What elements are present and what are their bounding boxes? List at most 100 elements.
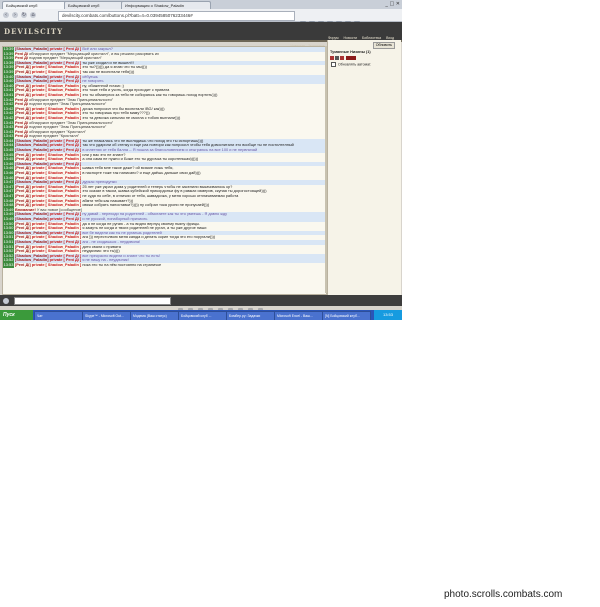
chat-nick[interactable]: [Ренi Дi]: [15, 249, 31, 253]
chat-private-tag[interactable]: private [ Shadow_Paladin ]: [32, 88, 82, 92]
chat-private-tag[interactable]: private [ Shadow_Paladin ]: [32, 157, 82, 161]
chat-private-tag[interactable]: private [ Shadow_Paladin ]: [32, 111, 82, 115]
chat-private-tag[interactable]: private [ Shadow_Paladin ]: [32, 116, 82, 120]
taskbar-task[interactable]: Microsoft Excel - Ваш...: [274, 311, 323, 320]
chat-nick[interactable]: [Ренi Дi]: [15, 245, 31, 249]
chat-nick[interactable]: [Ренi Дi]: [15, 70, 31, 74]
chat-private-tag[interactable]: private [ Shadow_Paladin ]: [32, 226, 82, 230]
chat-nick[interactable]: [Ренi Дi]: [15, 166, 31, 170]
chat-nick[interactable]: [Shadow_Paladin]: [15, 180, 49, 184]
chat-nick[interactable]: [Ренi Дi]: [15, 185, 31, 189]
back-icon[interactable]: ‹: [3, 12, 9, 18]
chat-nick[interactable]: [Ренi Дi]: [15, 235, 31, 239]
taskbar-task[interactable]: [N] Бойцовский клуб...: [322, 311, 371, 320]
chat-private-tag[interactable]: private [ Shadow_Paladin ]: [32, 176, 82, 180]
chat-private-tag[interactable]: private [ Ренi Дi ]: [50, 162, 82, 166]
chat-private-tag[interactable]: private [ Shadow_Paladin ]: [32, 189, 82, 193]
chat-nick[interactable]: Ренi Дi: [15, 98, 28, 102]
chat-nick[interactable]: Ренi Дi: [15, 134, 28, 138]
chat-private-tag[interactable]: private [ Shadow_Paladin ]: [32, 93, 82, 97]
chat-nick[interactable]: [Ренi Дi]: [15, 203, 31, 207]
chat-private-tag[interactable]: private [ Shadow_Paladin ]: [32, 199, 82, 203]
chat-private-tag[interactable]: private [ Ренi Дi ]: [50, 139, 82, 143]
chat-nick[interactable]: [Shadow_Paladin]: [15, 212, 49, 216]
chat-nick[interactable]: [Shadow_Paladin]: [15, 61, 49, 65]
chat-settings-icon[interactable]: [3, 298, 9, 304]
chat-nick[interactable]: [Ренi Дi]: [15, 111, 31, 115]
chat-private-tag[interactable]: private [ Ренi Дi ]: [50, 61, 82, 65]
chat-private-tag[interactable]: private [ Shadow_Paladin ]: [32, 263, 82, 267]
taskbar-task[interactable]: Бомбер.ру: Задачки: [226, 311, 275, 320]
refresh-button[interactable]: Обновить: [372, 42, 395, 49]
home-icon[interactable]: ⌂: [30, 12, 36, 18]
chat-private-tag[interactable]: private [ Shadow_Paladin ]: [32, 107, 82, 111]
chat-nick[interactable]: [Ренi Дi]: [15, 157, 31, 161]
chat-nick[interactable]: [Shadow_Paladin]: [15, 143, 49, 147]
chat-private-tag[interactable]: private [ Shadow_Paladin ]: [32, 222, 82, 226]
chat-private-tag[interactable]: private [ Ренi Дi ]: [50, 148, 82, 152]
taskbar-task[interactable]: Чат: [34, 311, 83, 320]
checkbox-icon[interactable]: [331, 62, 336, 67]
chat-private-tag[interactable]: private [ Ренi Дi ]: [50, 240, 82, 244]
window-controls[interactable]: _ □ ✕: [385, 1, 400, 7]
chat-private-tag[interactable]: private [ Shadow_Paladin ]: [32, 245, 82, 249]
chat-nick[interactable]: [Ренi Дi]: [15, 93, 31, 97]
chat-input[interactable]: [14, 297, 171, 305]
chat-private-tag[interactable]: private [ Ренi Дi ]: [50, 231, 82, 235]
chat-private-tag[interactable]: private [ Shadow_Paladin ]: [32, 235, 82, 239]
chat-nick[interactable]: [Ренi Дi]: [15, 199, 31, 203]
chat-nick[interactable]: [Ренi Дi]: [15, 226, 31, 230]
chat-nick[interactable]: [Ренi Дi]: [15, 88, 31, 92]
chat-nick[interactable]: [Ренi Дi]: [15, 116, 31, 120]
auto-update-checkbox[interactable]: Обновлять автомат.: [331, 62, 371, 67]
chat-private-tag[interactable]: private [ Ренi Дi ]: [50, 79, 82, 83]
chat-nick[interactable]: Ренi Дi: [15, 56, 28, 60]
chat-time[interactable]: 13:53: [3, 262, 14, 268]
chat-nick[interactable]: [Ренi Дi]: [15, 65, 31, 69]
chat-private-tag[interactable]: private [ Ренi Дi ]: [50, 143, 82, 147]
taskbar-task[interactable]: Бойцовский клуб ...: [178, 311, 227, 320]
chat-private-tag[interactable]: private [ Shadow_Paladin ]: [32, 185, 82, 189]
chat-nick[interactable]: [Ренi Дi]: [15, 222, 31, 226]
chat-nick[interactable]: [Shadow_Paladin]: [15, 258, 49, 262]
taskbar-task[interactable]: Skype™ - Microsoft Out...: [82, 311, 131, 320]
chat-nick[interactable]: [Ренi Дi]: [15, 263, 31, 267]
chat-log[interactable]: 13:39 [Shadow_Paladin] private [ Ренi Дi …: [2, 46, 327, 295]
chat-nick[interactable]: Ренi Дi: [15, 102, 28, 106]
chat-private-tag[interactable]: private [ Ренi Дi ]: [50, 47, 82, 51]
chat-nick[interactable]: [Shadow_Paladin]: [15, 148, 49, 152]
chat-private-tag[interactable]: private [ Shadow_Paladin ]: [32, 194, 82, 198]
chat-private-tag[interactable]: private [ Ренi Дi ]: [50, 180, 82, 184]
chat-private-tag[interactable]: private [ Shadow_Paladin ]: [32, 70, 82, 74]
taskbar-task[interactable]: Модема (Ваш статус): [130, 311, 179, 320]
chat-nick[interactable]: [Shadow_Paladin]: [15, 217, 49, 221]
chat-nick[interactable]: [Shadow_Paladin]: [15, 47, 49, 51]
chat-nick[interactable]: [Ренi Дi]: [15, 189, 31, 193]
chat-private-tag[interactable]: private [ Ренi Дi ]: [50, 258, 82, 262]
chat-private-tag[interactable]: private [ Ренi Дi ]: [50, 254, 82, 258]
chat-nick[interactable]: [Shadow_Paladin]: [15, 254, 49, 258]
chat-nick[interactable]: [Ренi Дi]: [15, 194, 31, 198]
chat-nick[interactable]: Ренi Дi: [15, 130, 28, 134]
chat-nick[interactable]: [Ренi Дi]: [15, 153, 31, 157]
chat-nick[interactable]: Ренi Дi: [15, 52, 28, 56]
chat-nick[interactable]: [Shadow_Paladin]: [15, 240, 49, 244]
url-field[interactable]: devilscity.combats.com/buttons.pl?batt=4…: [58, 11, 295, 21]
chat-nick[interactable]: [Ренi Дi]: [15, 84, 31, 88]
chat-nick[interactable]: Ренi Дi: [15, 125, 28, 129]
chat-private-tag[interactable]: private [ Ренi Дi ]: [50, 212, 82, 216]
chat-nick[interactable]: [Ренi Дi]: [15, 107, 31, 111]
chat-private-tag[interactable]: private [ Shadow_Paladin ]: [32, 171, 82, 175]
info-icon[interactable]: [340, 56, 344, 60]
chat-private-tag[interactable]: private [ Ренi Дi ]: [50, 217, 82, 221]
chat-nick[interactable]: [Shadow_Paladin]: [15, 162, 49, 166]
forward-icon[interactable]: ›: [12, 12, 18, 18]
chat-nick[interactable]: Внимание!: [15, 208, 36, 212]
chat-nick[interactable]: [Shadow_Paladin]: [15, 75, 49, 79]
chat-nick[interactable]: [Shadow_Paladin]: [15, 139, 49, 143]
chat-private-tag[interactable]: private [ Shadow_Paladin ]: [32, 153, 82, 157]
chat-nick[interactable]: [Ренi Дi]: [15, 171, 31, 175]
chat-private-tag[interactable]: private [ Shadow_Paladin ]: [32, 166, 82, 170]
chat-private-tag[interactable]: private [ Shadow_Paladin ]: [32, 65, 82, 69]
chat-private-tag[interactable]: private [ Shadow_Paladin ]: [32, 203, 82, 207]
